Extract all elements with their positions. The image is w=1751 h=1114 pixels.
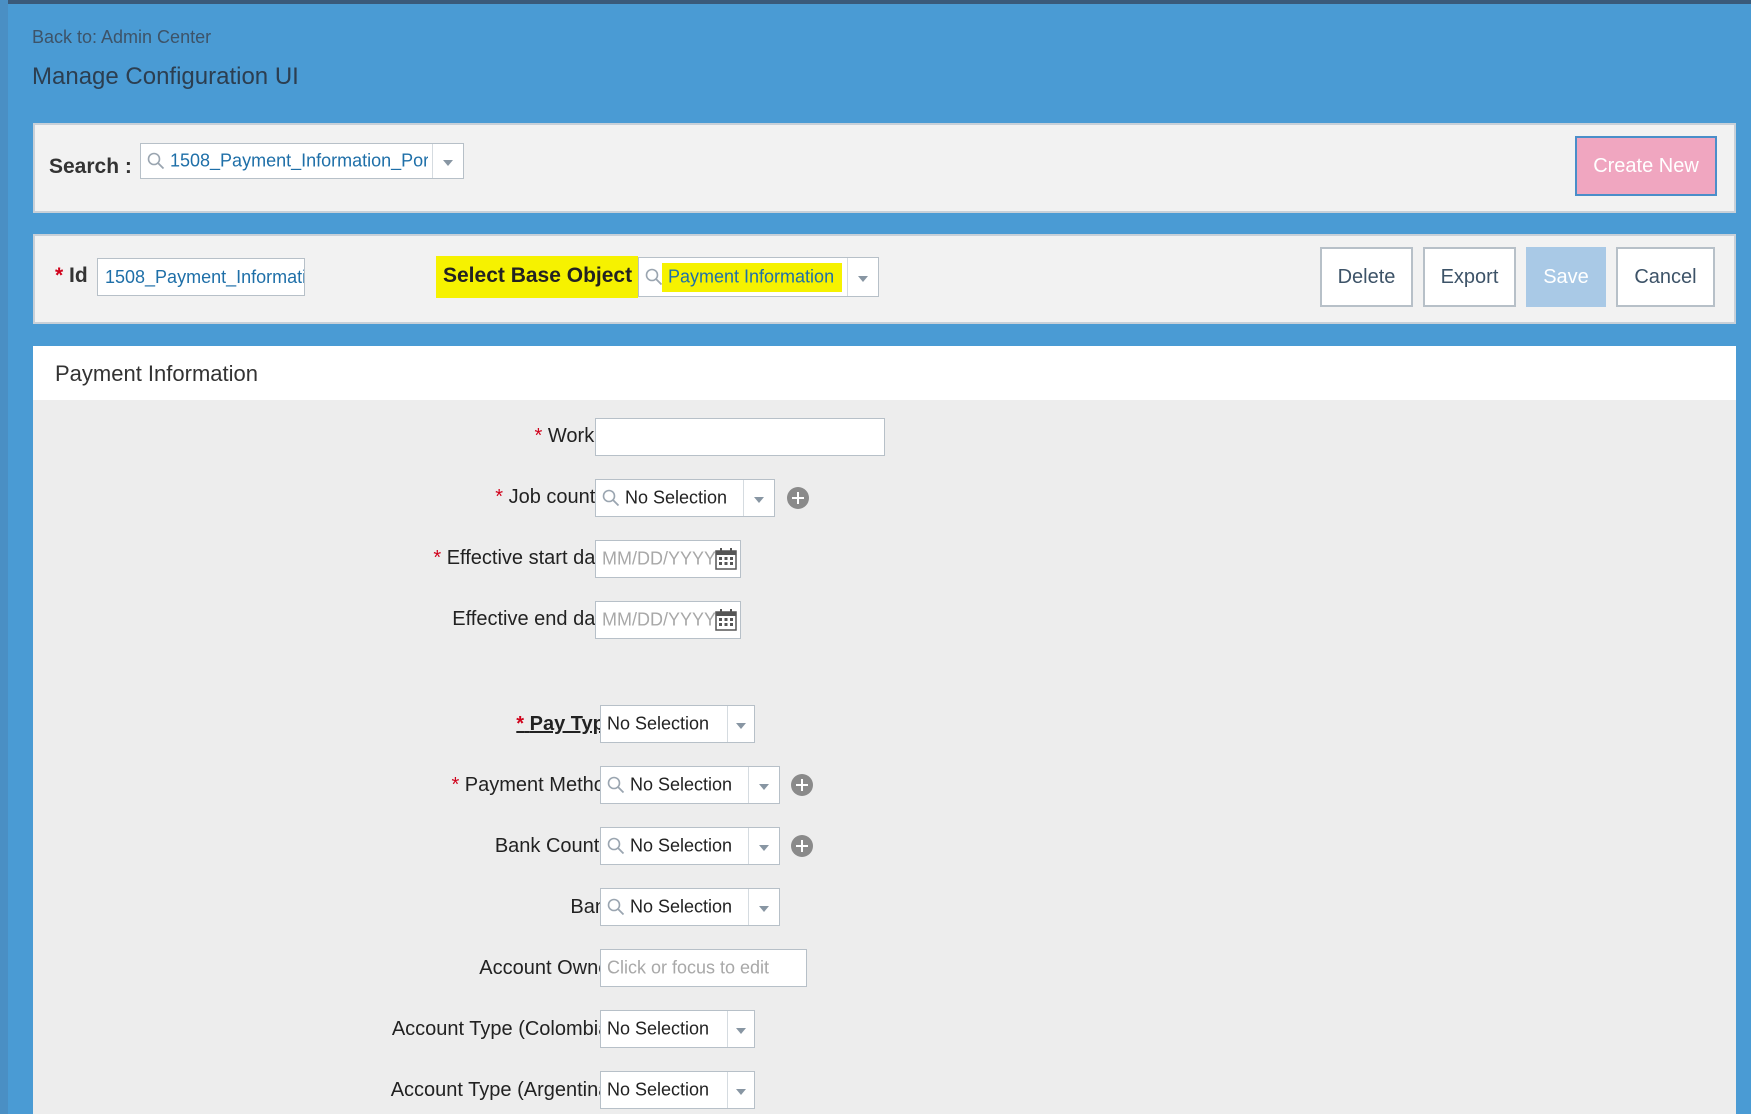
search-icon xyxy=(147,152,165,170)
chevron-down-icon[interactable] xyxy=(748,828,779,864)
date-placeholder: MM/DD/YYYY xyxy=(602,548,717,569)
calendar-icon[interactable] xyxy=(715,548,737,570)
add-job-country-icon[interactable] xyxy=(787,487,809,509)
bank-combobox[interactable]: No Selection xyxy=(600,888,780,926)
chevron-down-icon[interactable] xyxy=(748,889,779,925)
base-object-value: Payment Information xyxy=(668,266,835,287)
add-bank-country-icon[interactable] xyxy=(791,835,813,857)
account-type-colombia-value: No Selection xyxy=(607,1018,710,1039)
date-placeholder: MM/DD/YYYY xyxy=(602,609,717,630)
create-new-button[interactable]: Create New xyxy=(1575,136,1717,196)
effective-end-date-label: Effective end date xyxy=(452,608,612,630)
bank-country-value: No Selection xyxy=(630,835,733,856)
save-button[interactable]: Save xyxy=(1526,247,1606,307)
top-border xyxy=(0,0,1751,4)
left-edge xyxy=(0,0,8,1114)
bank-country-label: Bank Country xyxy=(494,835,616,857)
form-title: Payment Information xyxy=(55,361,258,386)
cancel-button[interactable]: Cancel xyxy=(1616,247,1715,307)
select-base-object-label: Select Base Object xyxy=(443,264,633,287)
effective-end-date-input[interactable]: MM/DD/YYYY xyxy=(595,601,741,639)
chevron-down-icon[interactable] xyxy=(847,258,878,296)
base-object-combobox[interactable]: Payment Information xyxy=(638,257,879,297)
job-country-value: No Selection xyxy=(625,487,728,508)
payment-method-label: * Payment Method xyxy=(451,774,616,796)
job-country-combobox[interactable]: No Selection xyxy=(595,479,775,517)
bank-country-combobox[interactable]: No Selection xyxy=(600,827,780,865)
id-input[interactable]: 1508_Payment_Informati xyxy=(97,258,305,296)
search-label: Search : xyxy=(49,155,132,178)
add-payment-method-icon[interactable] xyxy=(791,774,813,796)
search-icon xyxy=(607,837,625,855)
account-owner-placeholder: Click or focus to edit xyxy=(607,957,770,978)
chevron-down-icon[interactable] xyxy=(432,144,463,178)
back-to-admin-center-link[interactable]: Back to: Admin Center xyxy=(32,27,211,48)
effective-start-date-input[interactable]: MM/DD/YYYY xyxy=(595,540,741,578)
page-title: Manage Configuration UI xyxy=(32,63,299,90)
effective-start-date-label: * Effective start date xyxy=(433,547,612,569)
id-label: * Id xyxy=(55,264,88,287)
worker-input[interactable] xyxy=(595,418,885,456)
search-combobox[interactable]: 1508_Payment_Information_Portl... xyxy=(140,143,464,179)
search-icon xyxy=(645,268,663,286)
payment-method-combobox[interactable]: No Selection xyxy=(600,766,780,804)
bank-value: No Selection xyxy=(630,896,733,917)
payment-method-value: No Selection xyxy=(630,774,733,795)
search-icon xyxy=(607,776,625,794)
chevron-down-icon[interactable] xyxy=(727,1072,754,1108)
pay-type-select[interactable]: No Selection xyxy=(600,705,755,743)
chevron-down-icon[interactable] xyxy=(743,480,774,516)
chevron-down-icon[interactable] xyxy=(727,1011,754,1047)
chevron-down-icon[interactable] xyxy=(748,767,779,803)
search-panel: Search : 1508_Payment_Information_Portl.… xyxy=(33,123,1736,213)
pay-type-value: No Selection xyxy=(607,713,710,734)
search-value: 1508_Payment_Information_Portl... xyxy=(170,150,428,171)
export-button[interactable]: Export xyxy=(1423,247,1516,307)
account-owner-input[interactable]: Click or focus to edit xyxy=(600,949,807,987)
account-type-colombia-select[interactable]: No Selection xyxy=(600,1010,755,1048)
account-owner-label: Account Owner xyxy=(479,957,616,979)
account-type-argentina-label: Account Type (Argentina) xyxy=(390,1079,616,1101)
account-type-argentina-value: No Selection xyxy=(607,1079,710,1100)
delete-button[interactable]: Delete xyxy=(1320,247,1413,307)
account-type-argentina-select[interactable]: No Selection xyxy=(600,1071,755,1109)
search-icon xyxy=(602,489,620,507)
calendar-icon[interactable] xyxy=(715,609,737,631)
search-icon xyxy=(607,898,625,916)
form-header: Payment Information xyxy=(33,346,1736,400)
account-type-colombia-label: Account Type (Colombia) xyxy=(391,1018,616,1040)
configuration-header-panel: * Id 1508_Payment_Informati Select Base … xyxy=(33,234,1736,324)
payment-information-form: Payment Information * Worker * Job count… xyxy=(33,346,1736,1114)
chevron-down-icon[interactable] xyxy=(727,706,754,742)
